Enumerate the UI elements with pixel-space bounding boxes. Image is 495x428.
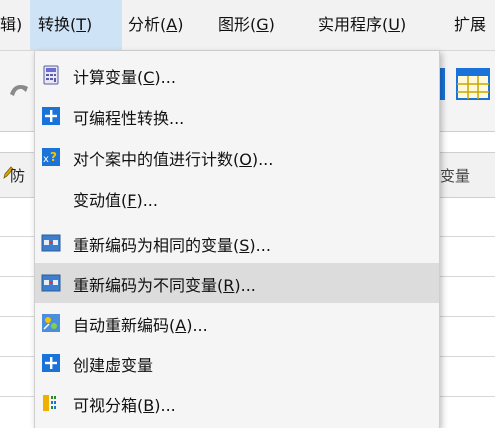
menu-item-automatic-recode[interactable]: 自动重新编码(A)... [35, 303, 439, 343]
menu-item-compute-variable[interactable]: 计算变量(C)... [35, 55, 439, 95]
menu-graphs[interactable]: 图形(G) [218, 0, 275, 50]
menu-item-create-dummy-variables[interactable]: 创建虚变量 [35, 343, 439, 383]
plus-icon [42, 354, 60, 372]
column-label-left: 防 [10, 167, 26, 185]
menu-utilities[interactable]: 实用程序(U) [318, 0, 406, 50]
transform-dropdown-menu: 计算变量(C)... 可编程性转换... x ? 对个案中的值进行计数(O)..… [34, 51, 440, 428]
svg-text:?: ? [50, 150, 57, 164]
menu-item-recode-different-variables[interactable]: 重新编码为不同变量(R)... [35, 263, 439, 303]
menu-item-count-values[interactable]: x ? 对个案中的值进行计数(O)... [35, 137, 439, 177]
menu-analyze[interactable]: 分析(A) [128, 0, 183, 50]
plus-icon [42, 107, 60, 125]
toolbar-separator [440, 68, 445, 100]
undo-icon[interactable] [6, 78, 32, 104]
menu-item-shift-values[interactable]: 变动值(F)... [35, 178, 439, 218]
menu-extensions[interactable]: 扩展 [454, 0, 486, 50]
calculator-icon [43, 65, 59, 85]
menu-bar: 辑) 转换(T) 分析(A) 图形(G) 实用程序(U) 扩展 [0, 0, 495, 51]
recode-icon [41, 274, 61, 292]
menu-item-visual-binning[interactable]: 可视分箱(B)... [35, 383, 439, 423]
menu-item-programmability-transform[interactable]: 可编程性转换... [35, 96, 439, 136]
data-grid-icon[interactable] [456, 68, 490, 100]
count-icon: x ? [42, 148, 60, 166]
menu-transform[interactable]: 转换(T) [30, 0, 122, 50]
auto-recode-icon [42, 314, 60, 332]
menu-item-recode-same-variables[interactable]: 重新编码为相同的变量(S)... [35, 223, 439, 263]
menu-edit[interactable]: 辑) [0, 0, 30, 50]
column-label-variable: 变量 [440, 167, 471, 185]
svg-text:x: x [43, 154, 49, 165]
binning-icon [43, 395, 56, 411]
recode-icon [41, 234, 61, 252]
